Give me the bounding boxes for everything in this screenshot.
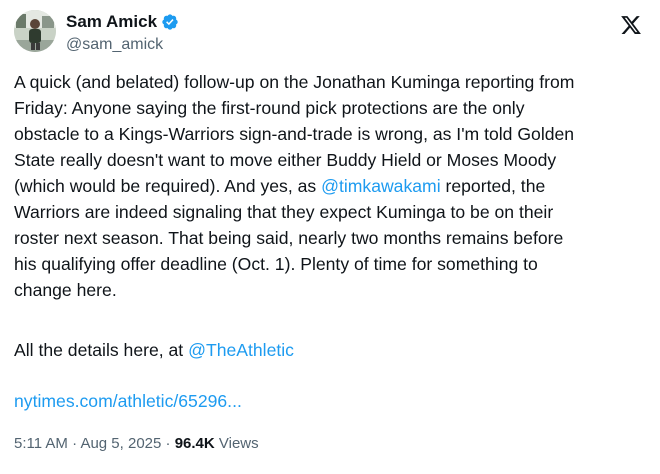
mention-link[interactable]: @TheAthletic [188, 340, 294, 360]
article-link[interactable]: nytimes.com/athletic/65296... [14, 388, 242, 414]
views-label: Views [214, 435, 259, 452]
meta-separator: · [67, 435, 81, 452]
tweet-text: A quick (and belated) follow-up on the J… [14, 69, 644, 303]
tweet-date[interactable]: Aug 5, 2025 [80, 435, 161, 452]
tweet-time[interactable]: 5:11 AM [14, 435, 68, 452]
verified-badge-icon [161, 13, 179, 31]
views-count: 96.4K [174, 435, 215, 452]
details-prefix: All the details here, at [14, 340, 189, 360]
x-logo-icon[interactable] [620, 14, 642, 36]
mention-link[interactable]: @timkawakami [321, 176, 441, 196]
tweet-meta: 5:11 AM · Aug 5, 2025 · 96.4K Views [14, 434, 259, 454]
avatar[interactable] [14, 10, 56, 52]
display-name[interactable]: Sam Amick [66, 12, 157, 32]
tweet-card: Sam Amick @sam_amick A quick (and belate… [0, 0, 660, 474]
details-line: All the details here, at @TheAthletic [14, 337, 294, 363]
name-row: Sam Amick [66, 12, 179, 32]
meta-separator: · [161, 435, 175, 452]
tweet-header: Sam Amick @sam_amick [66, 12, 179, 55]
user-handle[interactable]: @sam_amick [66, 35, 179, 55]
